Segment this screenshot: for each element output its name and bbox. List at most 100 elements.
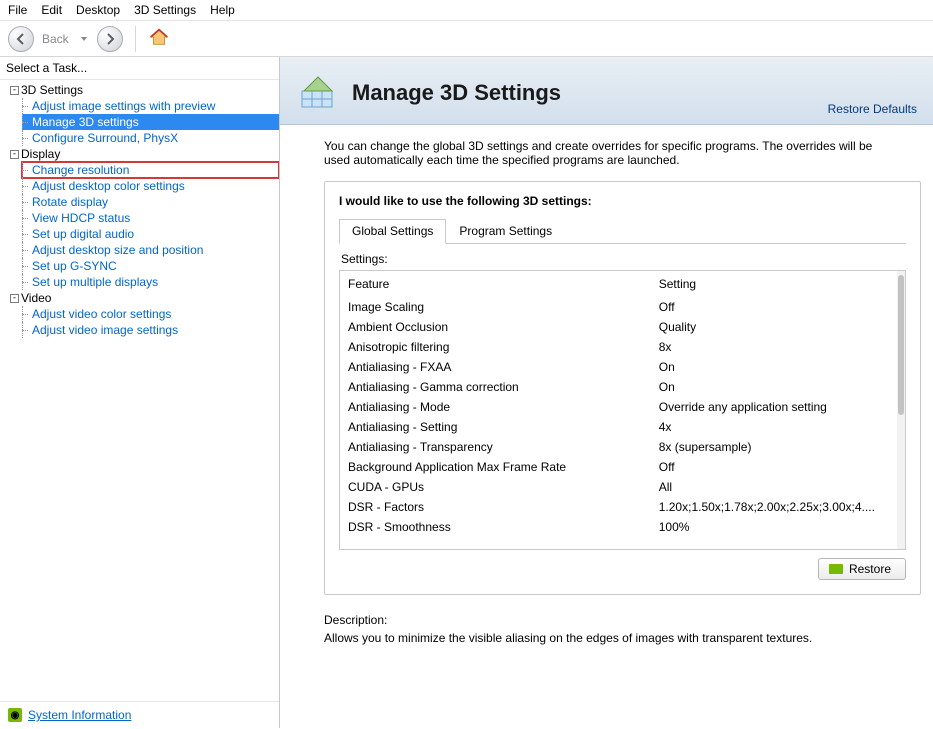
settings-label: Settings:: [341, 252, 906, 266]
tree-item[interactable]: Configure Surround, PhysX: [22, 130, 279, 146]
cell-setting: Off: [651, 457, 905, 477]
menu-file[interactable]: File: [8, 3, 27, 17]
table-row[interactable]: Antialiasing - Transparency8x (supersamp…: [340, 437, 905, 457]
tabs: Global SettingsProgram Settings: [339, 218, 906, 244]
back-label: Back: [42, 32, 69, 46]
cell-setting: 1.20x;1.50x;1.78x;2.00x;2.25x;3.00x;4...…: [651, 497, 905, 517]
menu-help[interactable]: Help: [210, 3, 235, 17]
intro-text: You can change the global 3D settings an…: [324, 139, 884, 167]
tree-item[interactable]: Adjust desktop color settings: [22, 178, 279, 194]
sidebar: Select a Task... -3D SettingsAdjust imag…: [0, 57, 280, 728]
table-row[interactable]: DSR - Factors1.20x;1.50x;1.78x;2.00x;2.2…: [340, 497, 905, 517]
tree-group[interactable]: -Display: [4, 146, 279, 162]
sidebar-header: Select a Task...: [0, 57, 279, 80]
cell-feature: Background Application Max Frame Rate: [340, 457, 651, 477]
description-label: Description:: [324, 613, 921, 627]
tree-group-label: 3D Settings: [21, 83, 83, 97]
tree-group-label: Display: [21, 147, 60, 161]
cell-feature: DSR - Smoothness: [340, 517, 651, 537]
settings-table-container: Feature Setting Image ScalingOffAmbient …: [339, 270, 906, 550]
restore-button-label: Restore: [849, 562, 891, 576]
cell-feature: Antialiasing - Transparency: [340, 437, 651, 457]
cell-feature: Image Scaling: [340, 297, 651, 317]
col-feature[interactable]: Feature: [340, 271, 651, 297]
table-row[interactable]: Ambient OcclusionQuality: [340, 317, 905, 337]
cell-setting: Quality: [651, 317, 905, 337]
tree-item[interactable]: Adjust video image settings: [22, 322, 279, 338]
tree-item[interactable]: Set up multiple displays: [22, 274, 279, 290]
col-setting[interactable]: Setting: [651, 271, 905, 297]
tree-item[interactable]: Set up digital audio: [22, 226, 279, 242]
cell-setting: Off: [651, 297, 905, 317]
menu-desktop[interactable]: Desktop: [76, 3, 120, 17]
task-tree: -3D SettingsAdjust image settings with p…: [0, 80, 279, 702]
tree-group[interactable]: -3D Settings: [4, 82, 279, 98]
arrow-left-icon: [15, 33, 27, 45]
table-row[interactable]: CUDA - GPUsAll: [340, 477, 905, 497]
scrollbar-thumb[interactable]: [898, 275, 904, 415]
cell-setting: On: [651, 357, 905, 377]
expander-icon[interactable]: -: [10, 86, 19, 95]
table-row[interactable]: Antialiasing - FXAAOn: [340, 357, 905, 377]
nvidia-logo-icon: [829, 564, 843, 574]
cell-feature: Antialiasing - Setting: [340, 417, 651, 437]
forward-button[interactable]: [97, 26, 123, 52]
header-3d-icon: [298, 71, 338, 114]
restore-button[interactable]: Restore: [818, 558, 906, 580]
table-row[interactable]: Background Application Max Frame RateOff: [340, 457, 905, 477]
tree-group[interactable]: -Video: [4, 290, 279, 306]
settings-table: Feature Setting Image ScalingOffAmbient …: [340, 271, 905, 537]
system-information-link[interactable]: System Information: [28, 708, 131, 722]
settings-panel: I would like to use the following 3D set…: [324, 181, 921, 595]
tab[interactable]: Program Settings: [446, 219, 565, 244]
cell-setting: 8x: [651, 337, 905, 357]
expander-icon[interactable]: -: [10, 294, 19, 303]
tree-item[interactable]: Manage 3D settings: [22, 114, 279, 130]
tree-group-label: Video: [21, 291, 51, 305]
cell-feature: Antialiasing - FXAA: [340, 357, 651, 377]
settings-scrollbar[interactable]: [897, 271, 905, 549]
tree-item[interactable]: Adjust video color settings: [22, 306, 279, 322]
tree-item[interactable]: Adjust image settings with preview: [22, 98, 279, 114]
back-button[interactable]: [8, 26, 34, 52]
restore-defaults-link[interactable]: Restore Defaults: [828, 102, 917, 116]
tree-item[interactable]: Adjust desktop size and position: [22, 242, 279, 258]
toolbar: Back: [0, 21, 933, 57]
cell-setting: 100%: [651, 517, 905, 537]
cell-setting: On: [651, 377, 905, 397]
cell-setting: All: [651, 477, 905, 497]
panel-title: I would like to use the following 3D set…: [339, 194, 906, 208]
menu-3d-settings[interactable]: 3D Settings: [134, 3, 196, 17]
cell-feature: Antialiasing - Gamma correction: [340, 377, 651, 397]
sidebar-footer: ◉ System Information: [0, 702, 279, 728]
arrow-right-icon: [104, 33, 116, 45]
expander-icon[interactable]: -: [10, 150, 19, 159]
table-row[interactable]: Antialiasing - ModeOverride any applicat…: [340, 397, 905, 417]
menu-edit[interactable]: Edit: [41, 3, 62, 17]
table-row[interactable]: Image ScalingOff: [340, 297, 905, 317]
tree-item[interactable]: View HDCP status: [22, 210, 279, 226]
table-row[interactable]: DSR - Smoothness100%: [340, 517, 905, 537]
tree-item[interactable]: Rotate display: [22, 194, 279, 210]
cell-setting: 8x (supersample): [651, 437, 905, 457]
content-area: Manage 3D Settings Restore Defaults You …: [280, 57, 933, 728]
table-row[interactable]: Antialiasing - Setting4x: [340, 417, 905, 437]
back-history-dropdown[interactable]: [81, 37, 87, 41]
home-icon: [148, 26, 170, 48]
cell-feature: Anisotropic filtering: [340, 337, 651, 357]
toolbar-divider: [135, 26, 136, 52]
description-block: Description: Allows you to minimize the …: [324, 613, 921, 645]
cell-feature: DSR - Factors: [340, 497, 651, 517]
cell-feature: CUDA - GPUs: [340, 477, 651, 497]
menubar: File Edit Desktop 3D Settings Help: [0, 0, 933, 21]
home-button[interactable]: [148, 26, 170, 51]
nvidia-icon: ◉: [8, 708, 22, 722]
description-text: Allows you to minimize the visible alias…: [324, 631, 921, 645]
cell-feature: Antialiasing - Mode: [340, 397, 651, 417]
table-row[interactable]: Anisotropic filtering8x: [340, 337, 905, 357]
tab[interactable]: Global Settings: [339, 219, 446, 244]
tree-item[interactable]: Change resolution: [22, 162, 279, 178]
page-title: Manage 3D Settings: [352, 80, 561, 106]
tree-item[interactable]: Set up G-SYNC: [22, 258, 279, 274]
table-row[interactable]: Antialiasing - Gamma correctionOn: [340, 377, 905, 397]
